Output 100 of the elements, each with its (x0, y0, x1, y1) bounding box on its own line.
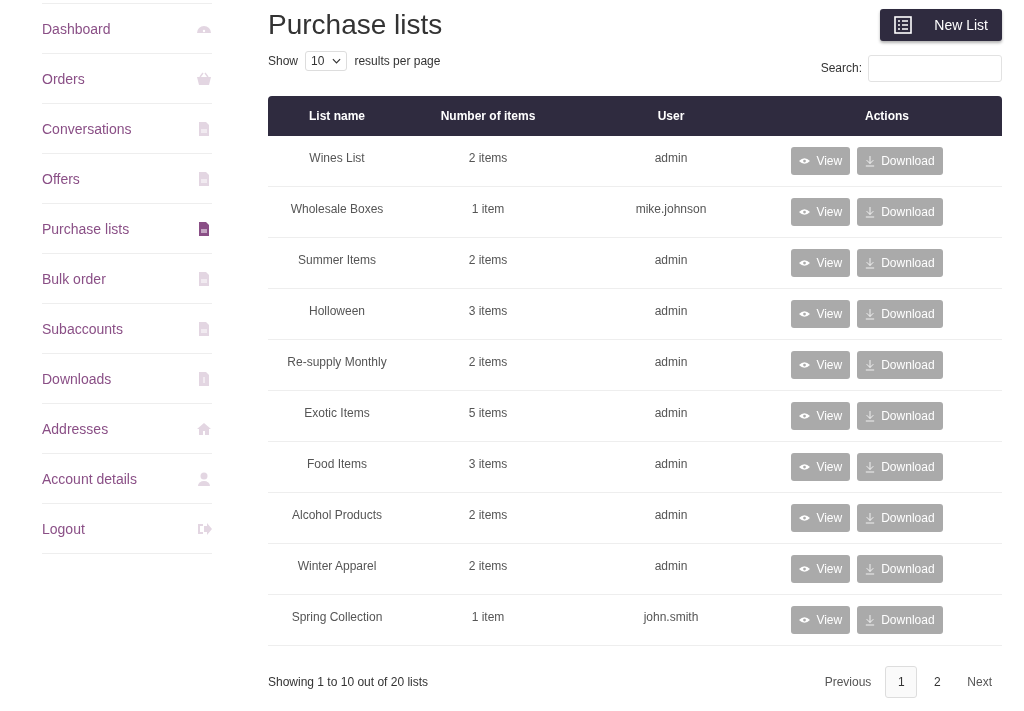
sidebar-label: Conversations (42, 120, 132, 137)
sidebar-label: Subaccounts (42, 320, 123, 337)
column-header: Number of items (440, 109, 536, 123)
table-cell: Wines List (309, 151, 365, 165)
page-size-select[interactable]: 10 (305, 50, 348, 71)
per-page-label: results per page (354, 53, 441, 68)
table-cell: Wholesale Boxes (290, 202, 384, 216)
eye-icon (799, 361, 811, 369)
download-button[interactable]: Download (857, 300, 943, 328)
sidebar-label: Downloads (42, 370, 112, 387)
search-label: Search: (820, 61, 862, 75)
view-button[interactable]: View (791, 351, 851, 379)
download-button[interactable]: Download (857, 504, 943, 532)
sidebar-item[interactable]: Purchase lists (42, 203, 212, 253)
download-button[interactable]: Download (857, 198, 943, 226)
sidebar-label: Offers (42, 170, 80, 187)
table-cell: 3 items (468, 304, 508, 318)
table-cell: admin (654, 508, 688, 522)
table-cell: admin (654, 559, 688, 573)
table-cell: 2 items (468, 151, 508, 165)
download-icon (865, 257, 876, 269)
table-cell: 2 items (468, 508, 508, 522)
sidebar-item[interactable]: Conversations (42, 103, 212, 153)
eye-icon (799, 310, 811, 318)
column-header: Actions (865, 109, 909, 123)
view-button[interactable]: View (791, 453, 851, 481)
view-button[interactable]: View (791, 300, 851, 328)
table-cell: 2 items (468, 253, 508, 267)
view-button[interactable]: View (791, 606, 851, 634)
sidebar-item[interactable]: Bulk order (42, 253, 212, 303)
download-icon (865, 512, 876, 524)
table-cell: Food Items (307, 457, 367, 471)
table-cell: 1 item (471, 202, 505, 216)
download-icon (865, 308, 876, 320)
table-info: Showing 1 to 10 out of 20 lists (268, 675, 429, 689)
sidebar-label: Addresses (42, 420, 109, 437)
view-button[interactable]: View (791, 147, 851, 175)
next-link[interactable]: Next (957, 675, 1002, 689)
sidebar-item[interactable]: Logout (42, 503, 212, 554)
download-icon (865, 614, 876, 626)
download-icon (865, 206, 876, 218)
eye-icon (799, 565, 811, 573)
search-field[interactable] (868, 54, 1002, 82)
sidebar-item[interactable]: Account details (42, 453, 212, 503)
table-cell: admin (654, 406, 688, 420)
table-cell: Exotic Items (304, 406, 370, 420)
sidebar-item[interactable]: Downloads (42, 353, 212, 403)
sidebar-item[interactable]: Addresses (42, 403, 212, 453)
table-cell: Winter Apparel (297, 559, 377, 573)
table-cell: admin (654, 355, 688, 369)
eye-icon (799, 259, 811, 267)
view-button[interactable]: View (791, 504, 851, 532)
table-cell: 2 items (468, 355, 508, 369)
view-button[interactable]: View (791, 249, 851, 277)
sidebar-label: Dashboard (42, 20, 111, 37)
sidebar-item[interactable]: Orders (42, 53, 212, 103)
download-button[interactable]: Download (857, 249, 943, 277)
new-list-button[interactable]: New List (880, 9, 1002, 41)
table-cell: 1 item (471, 610, 505, 624)
table-cell: Re-supply Monthly (287, 355, 387, 369)
table-cell: john.smith (643, 610, 699, 624)
table-cell: 3 items (468, 457, 508, 471)
table-cell: 5 items (468, 406, 508, 420)
previous-link[interactable]: Previous (814, 675, 882, 689)
page-link[interactable]: 1 (885, 666, 918, 698)
table-cell: admin (654, 304, 688, 318)
column-header: List name (309, 109, 365, 123)
table-cell: admin (654, 457, 688, 471)
table-cell: Alcohol Products (291, 508, 382, 522)
download-icon (865, 155, 876, 167)
view-button[interactable]: View (791, 198, 851, 226)
download-icon (865, 563, 876, 575)
page-link[interactable]: 2 (921, 666, 954, 698)
eye-icon (799, 208, 811, 216)
table-cell: admin (654, 253, 688, 267)
sidebar-label: Logout (42, 520, 85, 537)
download-button[interactable]: Download (857, 606, 943, 634)
download-button[interactable]: Download (857, 402, 943, 430)
eye-icon (799, 463, 811, 471)
download-icon (865, 410, 876, 422)
download-button[interactable]: Download (857, 147, 943, 175)
table-cell: admin (654, 151, 688, 165)
table-cell: mike.johnson (635, 202, 707, 216)
view-button[interactable]: View (791, 555, 851, 583)
sidebar-item[interactable]: Subaccounts (42, 303, 212, 353)
sidebar-item[interactable]: Dashboard (42, 3, 212, 53)
table-cell: Holloween (308, 304, 365, 318)
page-title: Purchase lists (268, 9, 443, 41)
eye-icon (799, 157, 811, 165)
download-button[interactable]: Download (857, 555, 943, 583)
column-header: User (657, 109, 685, 123)
table-cell: Summer Items (298, 253, 376, 267)
view-button[interactable]: View (791, 402, 851, 430)
sidebar-item[interactable]: Offers (42, 153, 212, 203)
sidebar-label: Account details (42, 470, 137, 487)
eye-icon (799, 412, 811, 420)
download-button[interactable]: Download (857, 351, 943, 379)
list-icon (894, 16, 913, 34)
chevron-icon (332, 57, 342, 64)
download-button[interactable]: Download (857, 453, 943, 481)
